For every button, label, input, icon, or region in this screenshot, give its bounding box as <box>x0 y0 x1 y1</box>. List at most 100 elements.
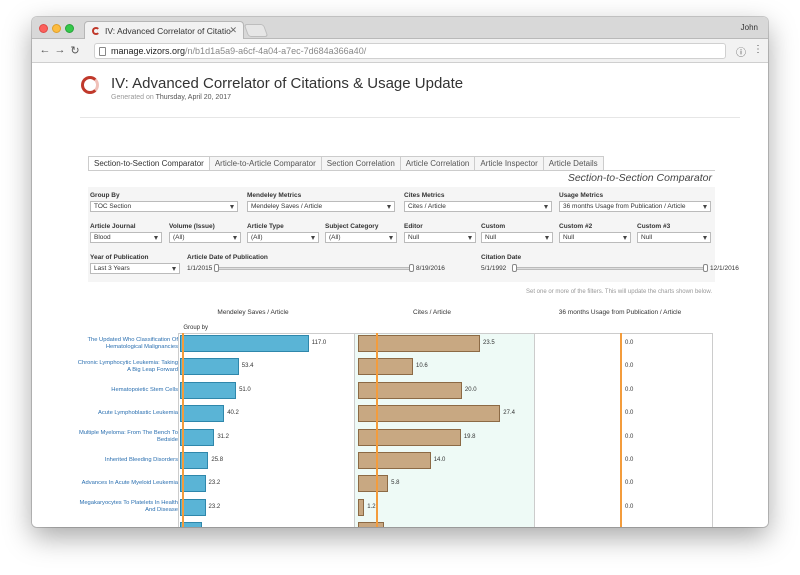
row-label-link[interactable]: Chronic Lymphocytic Leukemia: Taking A B… <box>74 360 178 374</box>
dropdown-caret-icon <box>703 205 707 209</box>
dropdown-caret-icon <box>154 236 158 240</box>
cites-bar[interactable] <box>358 452 431 469</box>
cites-bar[interactable] <box>358 405 501 423</box>
minimize-window-button[interactable] <box>52 24 61 33</box>
menu-kebab-icon[interactable]: ⋮ <box>753 44 763 55</box>
year-of-publication-label: Year of Publication <box>90 254 149 261</box>
row-label-link[interactable]: Hematopoietic Stem Cells <box>74 387 178 394</box>
editor-select[interactable]: Null <box>404 232 476 243</box>
close-tab-icon[interactable]: ✕ <box>229 25 237 36</box>
cites-bar[interactable] <box>358 381 462 399</box>
dashboard-tab[interactable]: Article Correlation <box>399 156 476 170</box>
dropdown-caret-icon <box>233 236 237 240</box>
custom3-select[interactable]: Null <box>637 232 711 243</box>
address-bar[interactable]: manage.vizors.org/n/b1d1a5a9-a6cf-4a04-a… <box>94 43 726 59</box>
cites-value-label: 20.0 <box>464 386 477 393</box>
info-icon[interactable]: ⓘ <box>736 44 746 59</box>
dashboard-tab[interactable]: Section-to-Section Comparator <box>88 156 210 170</box>
url-path: /n/b1d1a5a9-a6cf-4a04-a7ec-7d684a366a40/ <box>185 46 367 56</box>
editor-label: Editor <box>404 223 423 230</box>
subject-category-select[interactable]: (All) <box>325 232 397 243</box>
mendeley-column-header: Mendeley Saves / Article <box>217 309 289 316</box>
volume-issue-select[interactable]: (All) <box>169 232 241 243</box>
mendeley-bar[interactable] <box>180 405 225 423</box>
citation-date-start-handle[interactable] <box>512 264 517 272</box>
reload-icon[interactable]: ↻ <box>69 44 81 57</box>
cites-metrics-value: Cites / Article <box>408 203 446 210</box>
cites-metrics-select[interactable]: Cites / Article <box>404 201 552 212</box>
article-date-end-handle[interactable] <box>409 264 414 272</box>
usage-value-label: 0.0 <box>625 457 634 463</box>
browser-tab[interactable]: IV: Advanced Correlator of Citatio ✕ <box>84 21 244 40</box>
browser-window: IV: Advanced Correlator of Citatio ✕ Joh… <box>32 17 768 527</box>
column-separator <box>712 333 713 527</box>
mendeley-bar[interactable] <box>180 335 309 352</box>
generated-prefix: Generated on <box>111 94 154 101</box>
group-by-select[interactable]: TOC Section <box>90 201 238 212</box>
usage-metrics-select[interactable]: 36 months Usage from Publication / Artic… <box>559 201 711 212</box>
article-type-select[interactable]: (All) <box>247 232 319 243</box>
mendeley-bar[interactable] <box>180 428 215 446</box>
cites-value-label: 1.2 <box>367 503 376 510</box>
back-icon[interactable]: ← <box>39 44 51 56</box>
usage-column-header: 36 months Usage from Publication / Artic… <box>558 309 682 316</box>
citation-date-end-handle[interactable] <box>703 264 708 272</box>
mendeley-metrics-value: Mendeley Saves / Article <box>251 203 323 210</box>
custom-value: Null <box>485 234 497 241</box>
row-label-link[interactable]: Advances In Acute Myeloid Leukemia <box>74 480 178 487</box>
group-by-row-header: Group by <box>183 325 208 331</box>
cites-column-header: Cites / Article <box>413 309 451 316</box>
citation-date-end: 12/1/2016 <box>710 265 739 272</box>
dashboard-tab[interactable]: Article Inspector <box>474 156 544 170</box>
dashboard-tab[interactable]: Article Details <box>542 156 604 170</box>
close-window-button[interactable] <box>39 24 48 33</box>
mendeley-value-label: 31.2 <box>217 433 229 440</box>
mendeley-value-label: 23.2 <box>208 480 221 487</box>
dashboard-tab[interactable]: Section Correlation <box>320 156 401 170</box>
citation-date-slider-track[interactable] <box>514 267 706 270</box>
cites-bar[interactable] <box>358 522 384 527</box>
mendeley-value-label: 40.2 <box>227 410 239 417</box>
cites-value-label: 5.8 <box>391 480 400 487</box>
mendeley-bar[interactable] <box>180 452 209 469</box>
article-journal-select[interactable]: Blood <box>90 232 162 243</box>
mendeley-bar[interactable] <box>180 358 239 376</box>
mendeley-metrics-select[interactable]: Mendeley Saves / Article <box>247 201 395 212</box>
usage-metrics-label: Usage Metrics <box>559 192 604 199</box>
browser-tab-bar: IV: Advanced Correlator of Citatio ✕ Joh… <box>32 17 768 40</box>
browser-user-name[interactable]: John <box>741 23 758 32</box>
cites-value-label: 19.8 <box>463 433 476 440</box>
row-label-link[interactable]: Inherited Bleeding Disorders <box>74 457 178 464</box>
article-type-label: Article Type <box>247 223 284 230</box>
article-date-slider-track[interactable] <box>216 267 412 270</box>
dropdown-caret-icon <box>544 205 548 209</box>
custom-select[interactable]: Null <box>481 232 553 243</box>
mendeley-value-label: 53.4 <box>241 363 254 370</box>
row-label-link[interactable]: The Updated Who Classification Of Hemato… <box>74 337 178 351</box>
row-label-link[interactable]: Megakaryocytes To Platelets In Health An… <box>74 500 179 514</box>
generated-date-line: Generated on Thursday, April 20, 2017 <box>111 94 231 101</box>
cites-value-label: 27.4 <box>503 410 515 417</box>
year-of-publication-select[interactable]: Last 3 Years <box>90 263 180 274</box>
dropdown-caret-icon <box>703 236 707 240</box>
new-tab-button[interactable] <box>243 24 269 37</box>
row-label-link[interactable]: Multiple Myeloma: From The Bench To Beds… <box>74 430 178 444</box>
usage-value-label: 0.0 <box>625 433 634 440</box>
dashboard-tab[interactable]: Article-to-Article Comparator <box>208 156 322 170</box>
cites-reference-line <box>376 333 379 527</box>
mendeley-bar[interactable] <box>180 381 237 399</box>
article-date-start-handle[interactable] <box>214 264 219 272</box>
row-label-link[interactable]: Acute Lymphoblastic Leukemia <box>74 410 178 417</box>
forward-icon[interactable]: → <box>54 44 66 56</box>
group-by-label: Group By <box>90 192 120 199</box>
dropdown-caret-icon <box>387 205 391 209</box>
cites-metrics-label: Cites Metrics <box>404 192 445 199</box>
cites-bar[interactable] <box>358 498 365 516</box>
article-type-value: (All) <box>251 234 263 241</box>
custom2-select[interactable]: Null <box>559 232 631 243</box>
maximize-window-button[interactable] <box>65 24 74 33</box>
volume-issue-value: (All) <box>173 234 185 241</box>
cites-bar[interactable] <box>358 475 389 493</box>
cites-bar[interactable] <box>358 428 461 446</box>
cites-bar[interactable] <box>358 358 414 376</box>
